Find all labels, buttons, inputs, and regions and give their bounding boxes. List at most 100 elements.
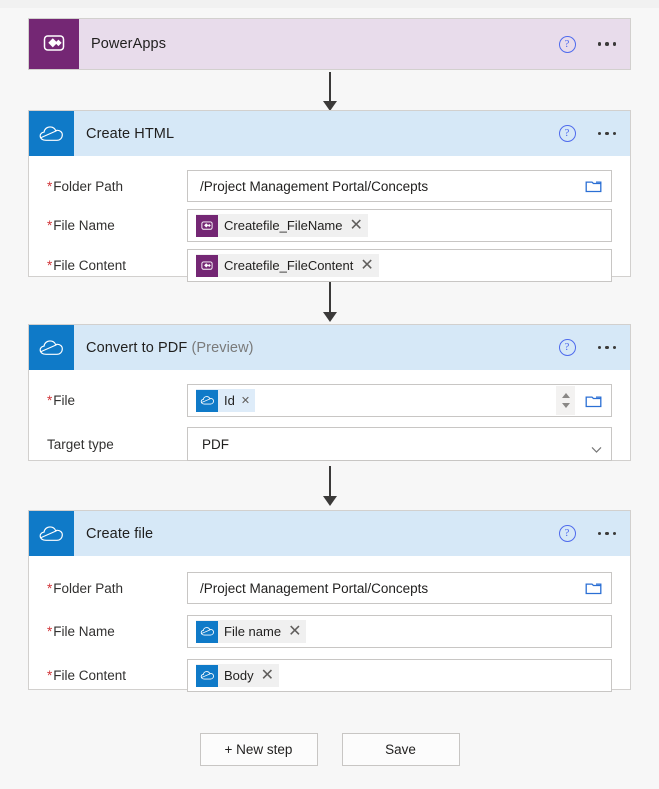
file-input[interactable]: Id ✕ — [187, 384, 612, 417]
new-step-button[interactable]: + New step — [199, 733, 318, 766]
required-asterisk: * — [47, 218, 53, 233]
file-name-input[interactable]: File name ✕ — [187, 615, 612, 648]
file-content-input[interactable]: Createfile_FileContent ✕ — [187, 249, 612, 282]
step-header[interactable]: Create file ? — [29, 511, 630, 556]
help-circle-icon[interactable]: ? — [558, 125, 576, 142]
close-icon[interactable]: ✕ — [241, 395, 250, 406]
required-asterisk: * — [47, 393, 53, 408]
target-type-dropdown[interactable]: PDF — [187, 427, 612, 461]
file-content-input[interactable]: Body ✕ — [187, 659, 612, 692]
close-icon[interactable]: ✕ — [261, 667, 274, 683]
preview-tag: (Preview) — [191, 339, 254, 356]
field-label: Target type — [47, 436, 114, 452]
close-icon[interactable]: ✕ — [360, 257, 373, 273]
step-title: Create file — [86, 525, 154, 542]
onedrive-cloud-icon — [29, 111, 74, 156]
ellipsis-icon[interactable] — [597, 345, 616, 350]
ellipsis-icon[interactable] — [597, 42, 616, 46]
token-label: Id — [224, 393, 235, 408]
field-label: *File Name — [47, 218, 115, 233]
connector-arrow-3 — [323, 466, 337, 506]
folder-path-input[interactable]: /Project Management Portal/Concepts — [187, 170, 612, 202]
step-header-actions: ? — [558, 19, 616, 69]
step-body: *Folder Path /Project Management Portal/… — [29, 556, 630, 710]
flow-step-convert-to-pdf[interactable]: Convert to PDF (Preview) ? *File Id ✕ Ta… — [28, 324, 631, 461]
field-row-folder-path: *Folder Path /Project Management Portal/… — [47, 572, 612, 604]
dropdown-value: PDF — [202, 436, 229, 452]
field-row-file-content: *File Content Createfile_FileContent ✕ — [47, 249, 612, 282]
onedrive-cloud-icon — [29, 325, 74, 370]
token-chip[interactable]: Createfile_FileName ✕ — [196, 214, 368, 237]
required-asterisk: * — [47, 624, 53, 639]
field-label: *Folder Path — [47, 580, 124, 596]
step-title: Convert to PDF (Preview) — [86, 339, 254, 356]
required-asterisk: * — [47, 668, 53, 683]
field-label: *File Content — [47, 258, 127, 273]
chevron-down-icon[interactable] — [591, 441, 602, 453]
close-icon[interactable]: ✕ — [350, 217, 363, 233]
close-icon[interactable]: ✕ — [288, 623, 301, 639]
field-row-file-name: *File Name File name ✕ — [47, 615, 612, 648]
step-header[interactable]: PowerApps ? — [29, 19, 630, 69]
step-body: *File Id ✕ Target type PDF — [29, 370, 630, 479]
connector-arrow-1 — [323, 72, 337, 111]
token-label: Body — [224, 668, 254, 683]
required-asterisk: * — [47, 178, 53, 194]
field-row-file-name: *File Name Createfile_FileName ✕ — [47, 209, 612, 242]
powerapps-icon — [29, 19, 79, 69]
field-row-file: *File Id ✕ — [47, 384, 612, 417]
folder-icon[interactable] — [585, 393, 602, 408]
token-chip[interactable]: Id ✕ — [196, 389, 256, 412]
step-header-actions: ? — [558, 511, 616, 556]
folder-path-input[interactable]: /Project Management Portal/Concepts — [187, 572, 612, 604]
file-name-input[interactable]: Createfile_FileName ✕ — [187, 209, 612, 242]
powerapps-icon — [196, 254, 218, 277]
help-circle-icon[interactable]: ? — [558, 339, 576, 356]
field-label: *File Name — [47, 624, 115, 639]
step-body: *Folder Path /Project Management Portal/… — [29, 156, 630, 300]
onedrive-cloud-icon — [29, 511, 74, 556]
field-label: *File Content — [47, 668, 127, 683]
help-circle-icon[interactable]: ? — [558, 35, 576, 53]
token-label: File name — [224, 624, 282, 639]
flow-step-powerapps[interactable]: PowerApps ? — [28, 18, 631, 70]
field-value: /Project Management Portal/Concepts — [200, 178, 429, 194]
step-header[interactable]: Convert to PDF (Preview) ? — [29, 325, 630, 370]
flow-designer-canvas: PowerApps ? Create HTML ? *Folder Path /… — [0, 0, 659, 789]
ellipsis-icon[interactable] — [597, 531, 616, 536]
flow-action-bar: + New step Save — [0, 733, 659, 766]
folder-icon[interactable] — [585, 179, 602, 194]
field-value: /Project Management Portal/Concepts — [200, 580, 429, 596]
onedrive-cloud-icon — [196, 389, 218, 412]
spinner-down-arrow[interactable] — [561, 403, 570, 408]
token-chip[interactable]: File name ✕ — [196, 620, 307, 643]
flow-step-create-file[interactable]: Create file ? *Folder Path /Project Mana… — [28, 510, 631, 692]
field-row-target-type: Target type PDF — [47, 427, 612, 461]
token-label: Createfile_FileContent — [224, 258, 354, 273]
required-asterisk: * — [47, 258, 53, 273]
field-row-file-content: *File Content Body ✕ — [47, 659, 612, 692]
step-header-actions: ? — [558, 111, 616, 156]
field-row-folder-path: *Folder Path /Project Management Portal/… — [47, 170, 612, 202]
powerapps-icon — [196, 214, 218, 237]
step-header-actions: ? — [558, 325, 616, 370]
step-header[interactable]: Create HTML ? — [29, 111, 630, 156]
token-label: Createfile_FileName — [224, 218, 343, 233]
step-title: PowerApps — [91, 36, 167, 52]
onedrive-cloud-icon — [196, 620, 218, 643]
field-label: *Folder Path — [47, 178, 124, 194]
spinner-arrows-icon[interactable] — [556, 386, 575, 415]
folder-icon[interactable] — [585, 581, 602, 596]
spinner-up-arrow[interactable] — [561, 393, 570, 398]
onedrive-cloud-icon — [196, 664, 218, 687]
token-chip[interactable]: Body ✕ — [196, 664, 280, 687]
save-button[interactable]: Save — [341, 733, 460, 766]
ellipsis-icon[interactable] — [597, 131, 616, 136]
flow-step-create-html[interactable]: Create HTML ? *Folder Path /Project Mana… — [28, 110, 631, 282]
field-label: *File — [47, 393, 76, 408]
token-chip[interactable]: Createfile_FileContent ✕ — [196, 254, 379, 277]
help-circle-icon[interactable]: ? — [558, 525, 576, 542]
connector-arrow-2 — [323, 282, 337, 322]
step-title: Create HTML — [86, 125, 175, 142]
required-asterisk: * — [47, 580, 53, 596]
